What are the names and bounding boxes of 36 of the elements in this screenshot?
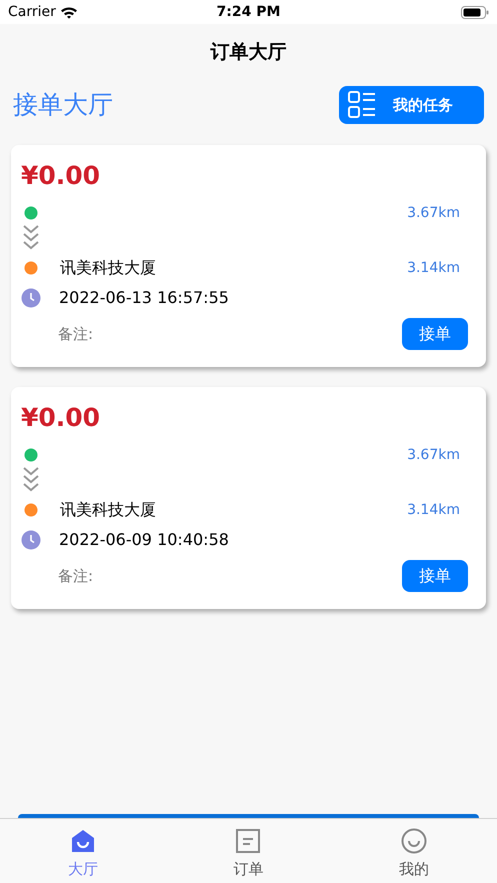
end-dot-icon xyxy=(24,261,38,275)
start-dot-icon xyxy=(24,448,38,462)
clock-icon xyxy=(21,288,41,308)
price: ¥0.00 xyxy=(21,402,100,434)
battery-icon xyxy=(461,6,489,18)
tab-item[interactable]: 大厅 xyxy=(0,819,166,883)
my-tasks-button[interactable]: 我的任务 xyxy=(339,86,484,124)
document-icon xyxy=(235,828,262,854)
tab-item[interactable]: 订单 xyxy=(166,819,332,883)
smiley-icon xyxy=(401,828,428,854)
wifi-icon xyxy=(60,6,78,18)
price: ¥0.00 xyxy=(21,160,100,192)
home-icon xyxy=(70,828,96,854)
accept-button[interactable]: 接单 xyxy=(402,318,468,350)
remark-label: 备注: xyxy=(58,324,94,345)
chevrons-down-icon xyxy=(22,225,40,251)
list-icon xyxy=(347,90,377,120)
distance: 3.14km xyxy=(407,258,460,278)
destination: 讯美科技大厦 xyxy=(60,257,156,279)
start-dot-icon xyxy=(24,206,38,220)
clock-icon xyxy=(21,530,41,550)
end-dot-icon xyxy=(24,503,38,517)
chevrons-down-icon xyxy=(22,467,40,493)
clock-time: 7:24 PM xyxy=(216,2,280,22)
distance: 3.67km xyxy=(407,204,460,222)
accept-button[interactable]: 接单 xyxy=(402,560,468,592)
page-title: 订单大厅 xyxy=(210,40,286,65)
remark-label: 备注: xyxy=(58,566,94,587)
distance: 3.14km xyxy=(407,500,460,520)
order-time: 2022-06-09 10:40:58 xyxy=(59,529,229,551)
order-time: 2022-06-13 16:57:55 xyxy=(59,287,229,309)
carrier-label: Carrier xyxy=(8,2,56,22)
destination: 讯美科技大厦 xyxy=(60,499,156,521)
distance: 3.67km xyxy=(407,446,460,464)
tab-item[interactable]: 我的 xyxy=(331,819,497,883)
section-title: 接单大厅 xyxy=(13,89,113,122)
